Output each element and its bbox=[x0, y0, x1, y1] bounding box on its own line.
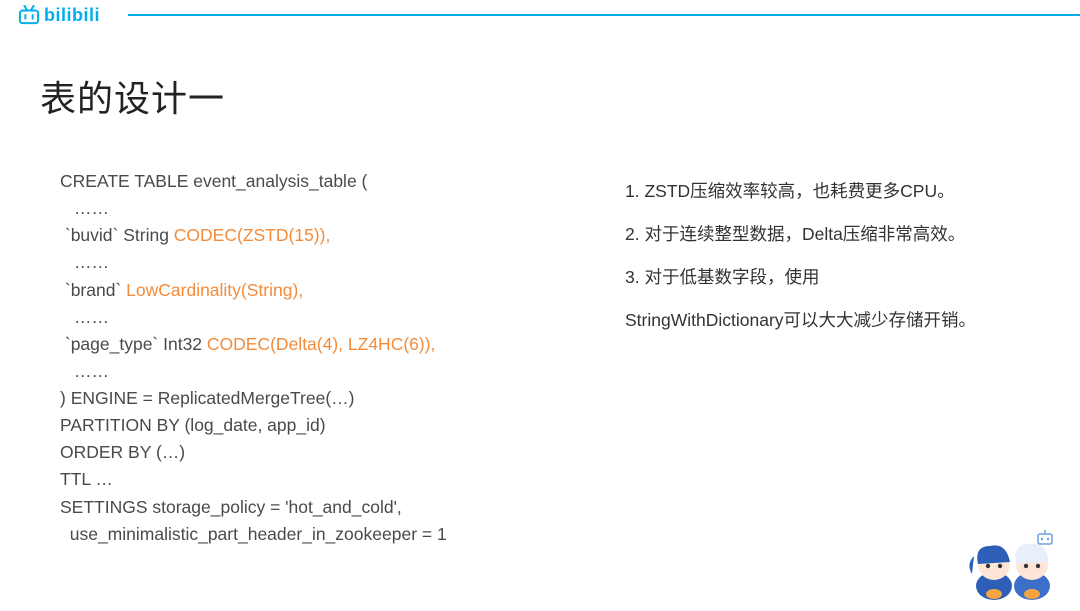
code-line: PARTITION BY (log_date, app_id) bbox=[60, 412, 565, 439]
code-line: `buvid` String CODEC(ZSTD(15)), bbox=[60, 222, 565, 249]
note-line: 2. 对于连续整型数据，Delta压缩非常高效。 bbox=[625, 213, 1040, 256]
code-line: …… bbox=[60, 249, 565, 276]
note-line: StringWithDictionary可以大大减少存储开销。 bbox=[625, 299, 1040, 342]
code-line: `page_type` Int32 CODEC(Delta(4), LZ4HC(… bbox=[60, 331, 565, 358]
code-highlight: CODEC(ZSTD(15)), bbox=[174, 225, 331, 245]
code-line: …… bbox=[60, 304, 565, 331]
code-text: `buvid` String bbox=[60, 225, 174, 245]
slide-content: CREATE TABLE event_analysis_table ( …… `… bbox=[0, 168, 1080, 548]
code-text: `page_type` Int32 bbox=[60, 334, 207, 354]
bilibili-logo: bilibili bbox=[18, 5, 100, 26]
code-line: `brand` LowCardinality(String), bbox=[60, 277, 565, 304]
note-line: 1. ZSTD压缩效率较高，也耗费更多CPU。 bbox=[625, 170, 1040, 213]
code-highlight: CODEC(Delta(4), LZ4HC(6)), bbox=[207, 334, 436, 354]
code-line: ) ENGINE = ReplicatedMergeTree(…) bbox=[60, 385, 565, 412]
note-line: 3. 对于低基数字段，使用 bbox=[625, 256, 1040, 299]
logo-text: bilibili bbox=[44, 5, 100, 26]
code-text: `brand` bbox=[60, 280, 126, 300]
notes-block: 1. ZSTD压缩效率较高，也耗费更多CPU。 2. 对于连续整型数据，Delt… bbox=[625, 168, 1080, 548]
slide-title: 表的设计一 bbox=[40, 70, 1080, 122]
header-divider bbox=[128, 14, 1080, 16]
code-highlight: LowCardinality(String), bbox=[126, 280, 303, 300]
top-bar: bilibili bbox=[0, 0, 1080, 30]
code-line: TTL … bbox=[60, 466, 565, 493]
code-line: …… bbox=[60, 195, 565, 222]
code-line: use_minimalistic_part_header_in_zookeepe… bbox=[60, 521, 565, 548]
mascot-illustration bbox=[952, 516, 1072, 606]
bilibili-tv-icon bbox=[18, 5, 40, 25]
code-block: CREATE TABLE event_analysis_table ( …… `… bbox=[60, 168, 565, 548]
code-line: CREATE TABLE event_analysis_table ( bbox=[60, 168, 565, 195]
code-line: SETTINGS storage_policy = 'hot_and_cold'… bbox=[60, 494, 565, 521]
code-line: …… bbox=[60, 358, 565, 385]
code-line: ORDER BY (…) bbox=[60, 439, 565, 466]
